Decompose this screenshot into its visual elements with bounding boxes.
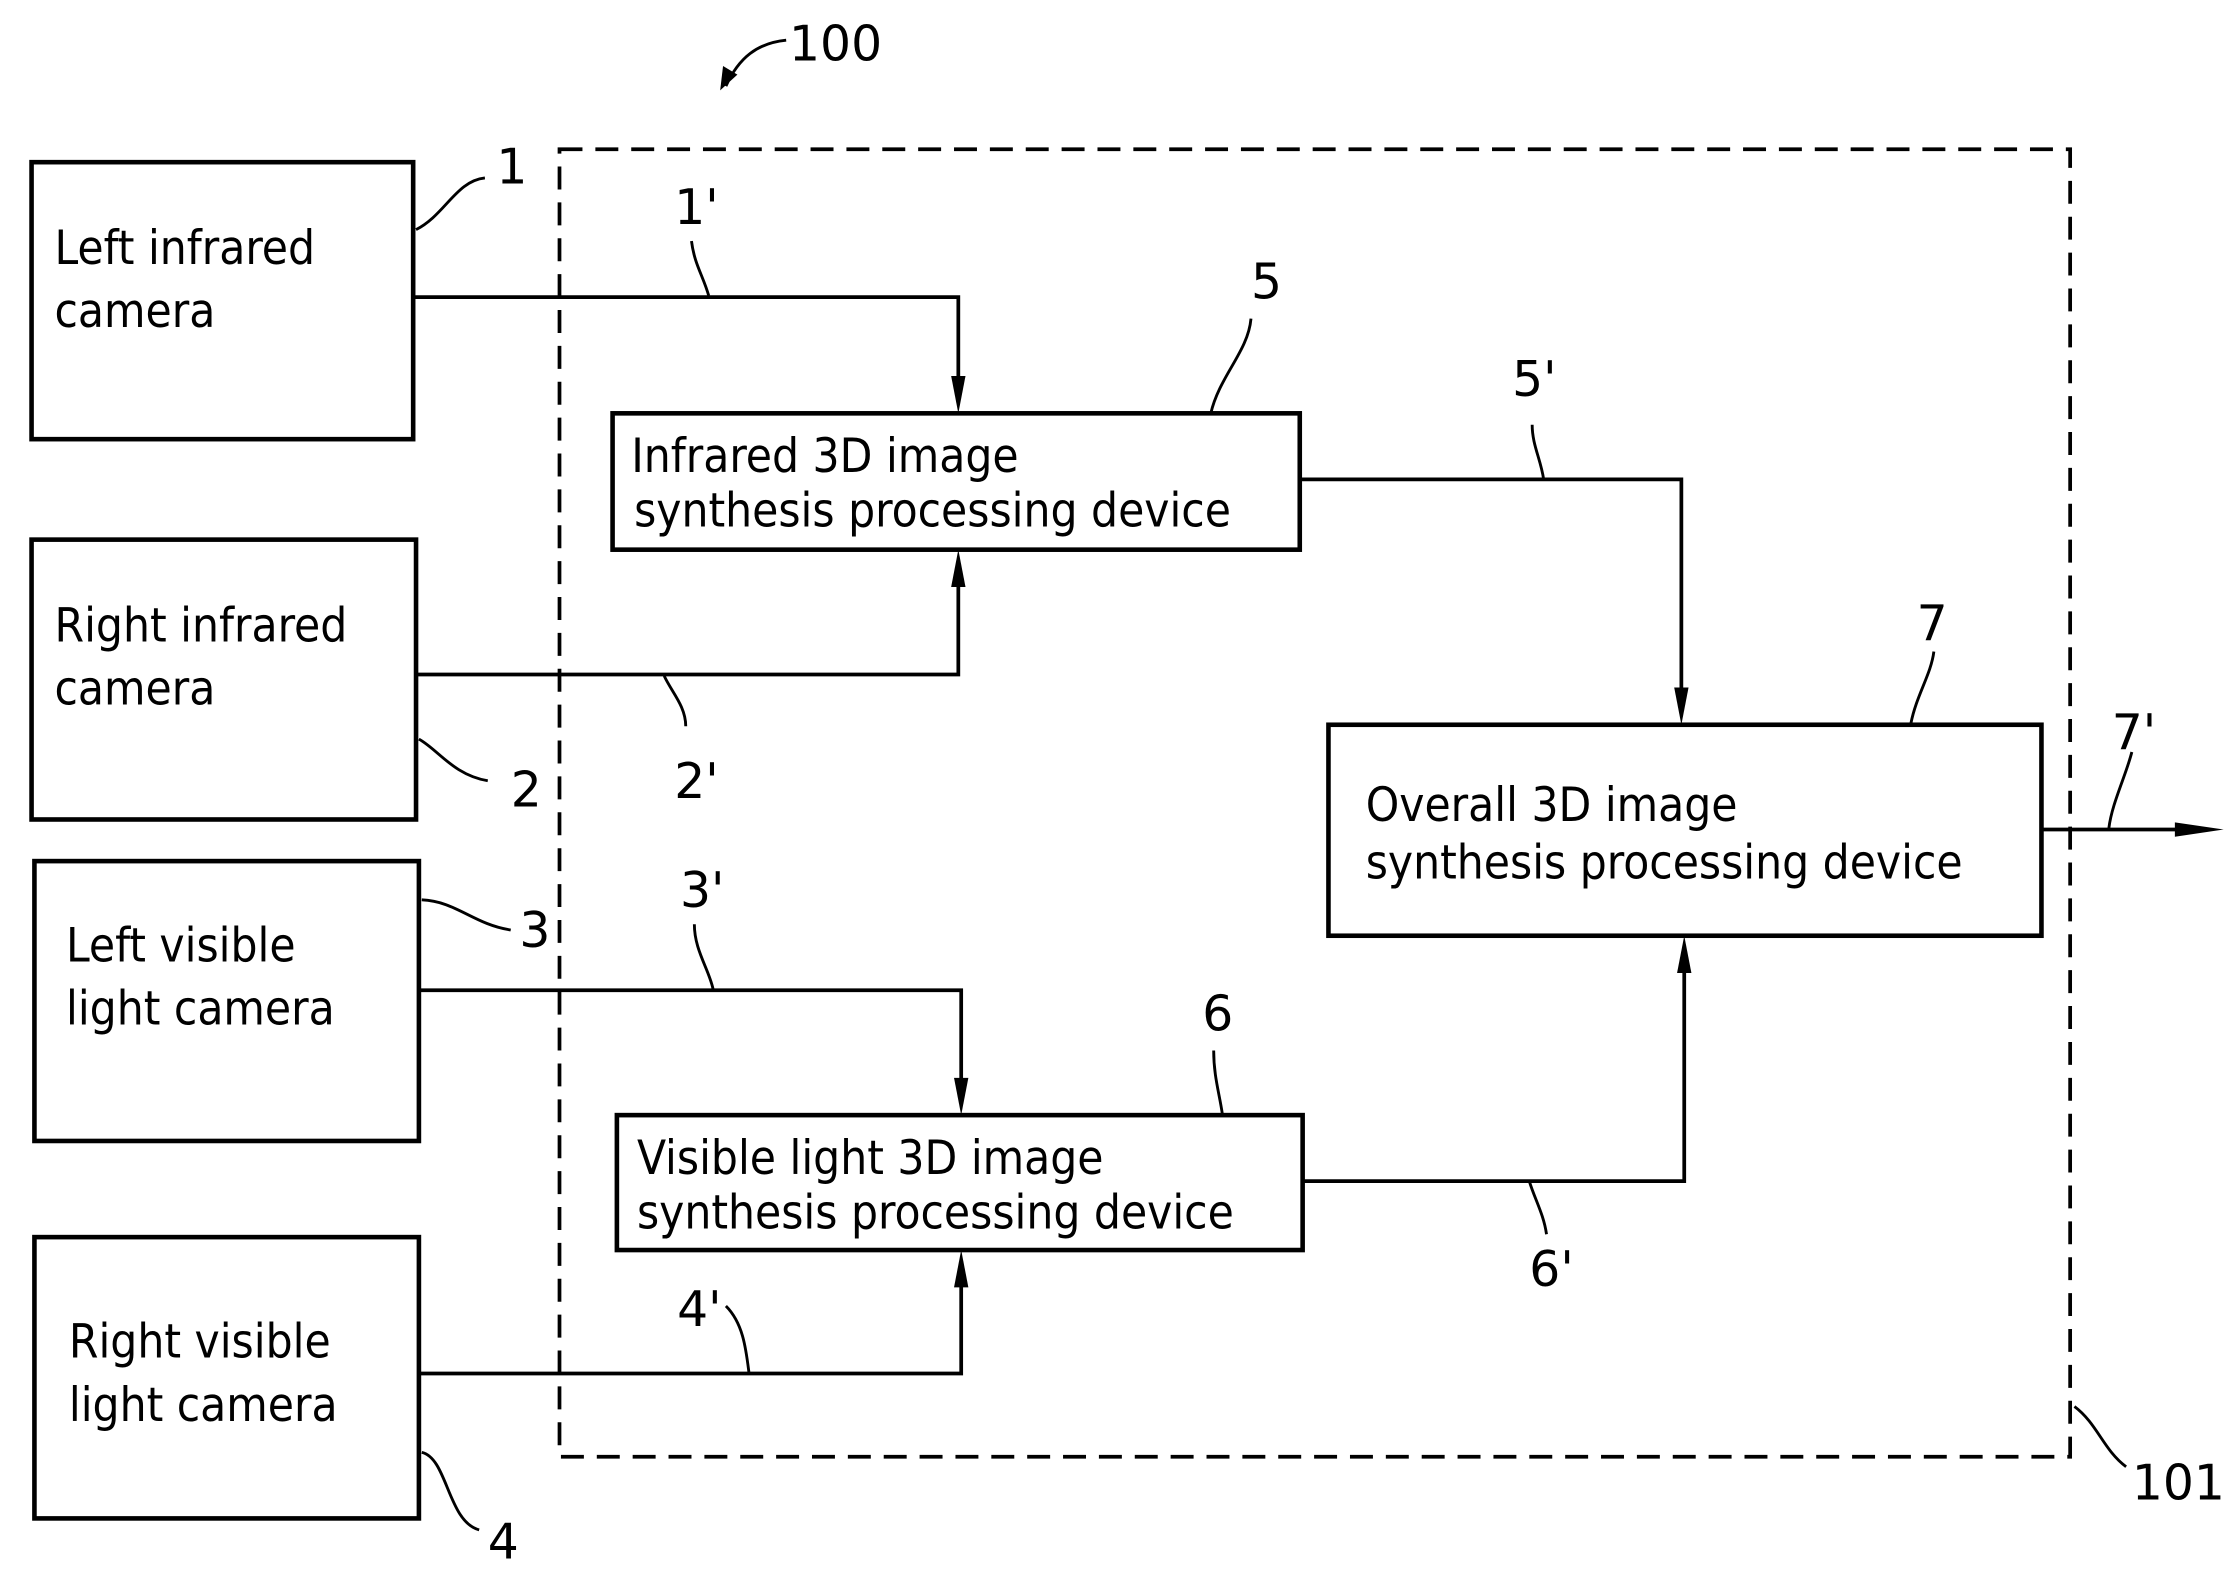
signal-7-prime-ref: 7' (2112, 704, 2156, 761)
signal-3-prime-ref: 3' (680, 862, 724, 919)
infrared-3d-synthesis-device-ref: 5 (1251, 254, 1282, 311)
block-diagram: 100 101 Left infrared camera 1 Right inf… (29, 15, 2225, 1571)
signal-1-prime-arrow-icon (951, 376, 966, 414)
signal-3-prime-leader (692, 924, 715, 990)
signal-5-prime: 5' (1299, 351, 1689, 725)
right-infrared-camera-label-line2: camera (55, 662, 216, 717)
signal-2-prime-arrow-icon (951, 549, 966, 587)
right-infrared-camera-ref: 2 (511, 762, 542, 819)
signal-5-prime-line (1299, 477, 1684, 714)
overall-3d-synthesis-device-label-line1: Overall 3D image (1366, 778, 1738, 833)
signal-7-prime-leader (2107, 751, 2134, 829)
right-visible-light-camera-leader (421, 1450, 480, 1532)
signal-5-prime-arrow-icon (1674, 687, 1689, 725)
left-infrared-camera-ref: 1 (496, 139, 527, 196)
overall-3d-synthesis-device-ref: 7 (1917, 595, 1948, 652)
overall-3d-synthesis-device: Overall 3D image synthesis processing de… (1326, 595, 2044, 939)
signal-2-prime-leader (662, 675, 688, 727)
right-infrared-camera: Right infrared camera 2 (29, 537, 542, 822)
signal-2-prime: 2' (416, 549, 966, 810)
signal-4-prime: 4' (418, 1250, 969, 1376)
right-visible-light-camera: Right visible light camera 4 (32, 1234, 519, 1571)
left-visible-light-camera-leader (421, 898, 511, 932)
visible-light-3d-synthesis-device-label-line1: Visible light 3D image (637, 1131, 1104, 1186)
signal-7-prime-arrow-icon (2174, 822, 2224, 837)
left-visible-light-camera-ref: 3 (519, 902, 550, 959)
signal-6-prime-ref: 6' (1529, 1241, 1573, 1298)
signal-2-prime-line (416, 561, 961, 677)
signal-6-prime-leader (1527, 1180, 1548, 1235)
visible-light-3d-synthesis-device-label-line2: synthesis processing device (637, 1186, 1234, 1241)
signal-6-prime-arrow-icon (1677, 935, 1692, 974)
signal-1-prime-ref: 1' (674, 179, 718, 236)
signal-1-prime-line (413, 295, 961, 402)
signal-5-prime-leader (1530, 424, 1546, 480)
overall-3d-synthesis-device-leader (1909, 651, 1936, 724)
signal-6-prime: 6' (1302, 935, 1692, 1298)
signal-4-prime-arrow-icon (954, 1250, 969, 1288)
left-infrared-camera-label-line2: camera (55, 284, 216, 339)
right-visible-light-camera-label-line2: light camera (69, 1378, 338, 1433)
signal-4-prime-ref: 4' (677, 1281, 721, 1338)
signal-2-prime-ref: 2' (674, 753, 718, 810)
signal-1-prime: 1' (413, 179, 966, 414)
signal-3-prime-arrow-icon (954, 1077, 969, 1116)
right-visible-light-camera-label-line1: Right visible (69, 1315, 331, 1370)
infrared-3d-synthesis-device-leader (1209, 318, 1253, 414)
right-visible-light-camera-ref: 4 (488, 1514, 519, 1571)
left-infrared-camera-label-line1: Left infrared (55, 221, 316, 276)
signal-5-prime-ref: 5' (1512, 351, 1556, 408)
signal-3-prime-line (418, 988, 964, 1104)
right-infrared-camera-leader (418, 737, 489, 783)
signal-3-prime: 3' (418, 862, 969, 1116)
left-visible-light-camera-label-line2: light camera (66, 982, 335, 1037)
container-reference-leader (2073, 1405, 2127, 1468)
right-infrared-camera-label-line1: Right infrared (55, 599, 348, 654)
left-visible-light-camera: Left visible light camera 3 (32, 858, 550, 1144)
infrared-3d-synthesis-device-label-line1: Infrared 3D image (631, 429, 1018, 484)
infrared-3d-synthesis-device-label-line2: synthesis processing device (634, 484, 1231, 539)
container-reference-label: 101 (2132, 1455, 2225, 1512)
left-infrared-camera: Left infrared camera 1 (29, 139, 527, 442)
container-reference-101: 101 (2073, 1405, 2225, 1512)
signal-1-prime-leader (690, 240, 711, 297)
figure-reference-label: 100 (789, 15, 882, 72)
signal-4-prime-leader (724, 1304, 751, 1373)
left-visible-light-camera-label-line1: Left visible (66, 919, 296, 974)
visible-light-3d-synthesis-device-leader (1212, 1050, 1224, 1114)
overall-3d-synthesis-device-label-line2: synthesis processing device (1366, 835, 1963, 890)
figure-reference-100: 100 (720, 15, 882, 91)
signal-6-prime-line (1302, 947, 1687, 1184)
visible-light-3d-synthesis-device-ref: 6 (1202, 985, 1233, 1042)
left-infrared-camera-leader (415, 176, 486, 231)
figure-reference-leader (724, 38, 787, 87)
